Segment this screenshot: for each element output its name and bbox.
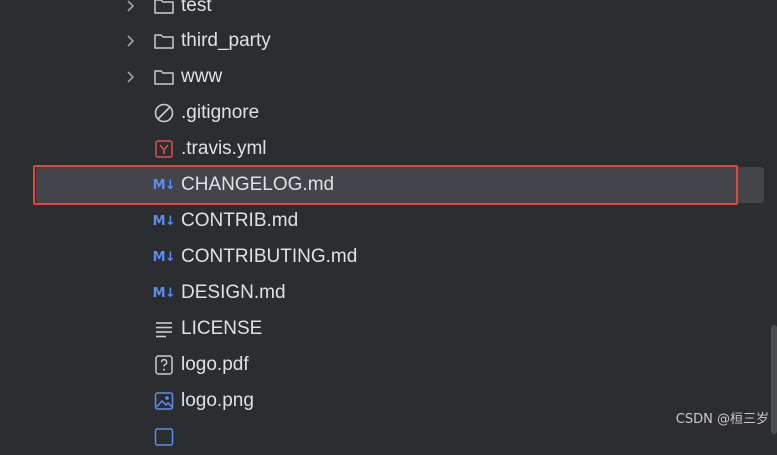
vertical-scrollbar[interactable]	[771, 325, 777, 434]
chevron-right-icon[interactable]	[124, 70, 138, 84]
project-file-tree: test third_party www .gitignore .travis.…	[0, 0, 777, 446]
tree-item-license[interactable]: LICENSE	[0, 311, 765, 347]
tree-item-www[interactable]: www	[0, 59, 765, 95]
ignore-icon	[153, 102, 175, 124]
tree-item-test[interactable]: test	[0, 0, 765, 24]
tree-item-contrib-md[interactable]: M↓ CONTRIB.md	[0, 203, 765, 239]
unknown-file-icon	[153, 354, 175, 376]
text-file-icon	[153, 318, 175, 340]
tree-item-label: CONTRIBUTING.md	[181, 246, 358, 267]
image-file-icon	[153, 390, 175, 412]
yaml-icon	[153, 138, 175, 160]
tree-item-label: logo.png	[181, 390, 254, 411]
markdown-icon: M↓	[152, 249, 176, 265]
tree-item-label: third_party	[181, 30, 271, 51]
tree-item-travis-yml[interactable]: .travis.yml	[0, 131, 765, 167]
tree-item-label: CONTRIB.md	[181, 210, 299, 231]
tree-item-label: CHANGELOG.md	[181, 174, 335, 195]
tree-item-label: test	[181, 0, 212, 16]
tree-item-label: .travis.yml	[181, 138, 267, 159]
watermark: CSDN @桓三岁	[675, 412, 769, 427]
tree-item-logo-pdf[interactable]: logo.pdf	[0, 347, 765, 383]
tree-item-design-md[interactable]: M↓ DESIGN.md	[0, 275, 765, 311]
tree-item-label: .gitignore	[181, 102, 260, 123]
tree-item-third-party[interactable]: third_party	[0, 23, 765, 59]
markdown-icon: M↓	[152, 285, 176, 301]
tree-item-label: DESIGN.md	[181, 282, 286, 303]
folder-icon	[153, 66, 175, 88]
image-file-icon	[153, 426, 175, 448]
tree-item-label: www	[181, 66, 223, 87]
tree-item-label: logo.pdf	[181, 354, 249, 375]
markdown-icon: M↓	[152, 177, 176, 193]
tree-item-contributing-md[interactable]: M↓ CONTRIBUTING.md	[0, 239, 765, 275]
folder-icon	[153, 30, 175, 52]
chevron-right-icon[interactable]	[124, 0, 138, 13]
folder-icon	[153, 0, 175, 17]
markdown-icon: M↓	[152, 213, 176, 229]
tree-item-logo-png[interactable]: logo.png	[0, 383, 765, 419]
chevron-right-icon[interactable]	[124, 34, 138, 48]
tree-item-gitignore[interactable]: .gitignore	[0, 95, 765, 131]
tree-item-changelog-md[interactable]: M↓ CHANGELOG.md	[36, 167, 764, 203]
tree-item-label: LICENSE	[181, 318, 263, 339]
tree-item-partial[interactable]	[0, 419, 765, 455]
